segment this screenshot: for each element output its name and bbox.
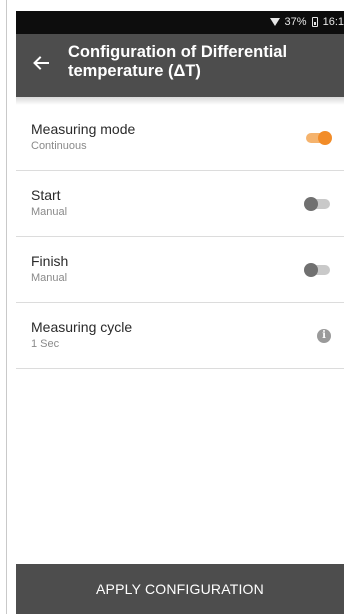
setting-row-measuring-cycle[interactable]: Measuring cycle 1 Sec i (16, 303, 344, 369)
setting-label: Start (31, 187, 61, 203)
setting-value: 1 Sec (31, 338, 60, 350)
apply-configuration-button[interactable]: APPLY CONFIGURATION (16, 564, 344, 614)
measuring-mode-toggle[interactable] (306, 131, 332, 145)
clock: 16:1 (322, 16, 344, 28)
wifi-icon (269, 18, 280, 26)
setting-value: Manual (31, 206, 68, 218)
battery-percent: 37% (284, 16, 307, 28)
toggle-knob (318, 131, 332, 145)
app-bar-shadow (16, 97, 344, 105)
setting-value: Continuous (31, 140, 87, 152)
info-icon[interactable]: i (317, 329, 331, 343)
setting-label: Finish (31, 253, 69, 269)
setting-label: Measuring mode (31, 121, 136, 137)
setting-row-measuring-mode[interactable]: Measuring mode Continuous (16, 105, 344, 171)
setting-label: Measuring cycle (31, 319, 133, 335)
finish-toggle[interactable] (304, 263, 330, 277)
frame-border (6, 0, 7, 614)
page: 37% 16:1 Configuration of Differential t… (0, 0, 344, 614)
setting-row-finish[interactable]: Finish Manual (16, 237, 344, 303)
battery-icon (311, 17, 318, 27)
toggle-knob (304, 197, 318, 211)
phone-screen: 37% 16:1 Configuration of Differential t… (16, 11, 344, 614)
status-bar: 37% 16:1 (16, 11, 344, 34)
start-toggle[interactable] (304, 197, 330, 211)
page-title: Configuration of Differential temperatur… (68, 43, 288, 80)
back-arrow-icon[interactable] (32, 54, 50, 72)
setting-row-start[interactable]: Start Manual (16, 171, 344, 237)
toggle-knob (304, 263, 318, 277)
setting-value: Manual (31, 272, 68, 284)
app-bar: Configuration of Differential temperatur… (16, 34, 344, 97)
status-indicators: 37% 16:1 (269, 16, 344, 28)
